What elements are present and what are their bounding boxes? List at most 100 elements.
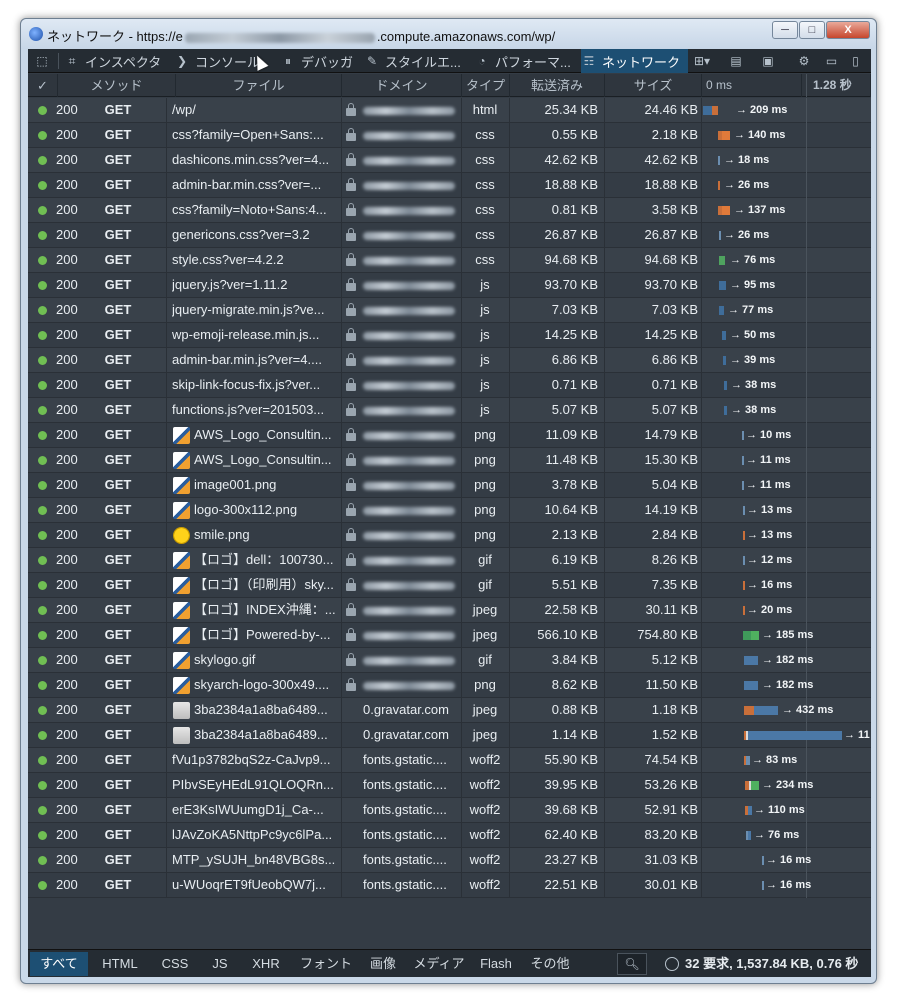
request-row[interactable]: 200 GET 【ロゴ】Powered-by-... jpeg 566.10 KB 754… — [28, 623, 871, 648]
request-transferred: 6.19 KB — [551, 552, 598, 567]
status-code: 200 — [56, 277, 78, 292]
waterfall-start: 0 ms — [702, 74, 802, 97]
dock-side-button[interactable]: ▯ — [848, 49, 868, 73]
maximize-button[interactable]: □ — [799, 21, 825, 39]
request-row[interactable]: 200 GET skylogo.gif gif 3.84 KB 5.12 KB → 182 … — [28, 648, 871, 673]
request-row[interactable]: 200 GET admin-bar.min.css?ver=... css 18.88 … — [28, 173, 871, 198]
redacted-domain — [363, 632, 455, 640]
request-row[interactable]: 200 GET lJAvZoKA5NttpPc9yc6lPa... fonts.gst… — [28, 823, 871, 848]
timing-bar — [744, 656, 758, 665]
request-row[interactable]: 200 GET AWS_Logo_Consultin... png 11.48 KB 15… — [28, 448, 871, 473]
responsive-mode-button[interactable]: ▣ — [760, 49, 782, 73]
request-row[interactable]: 200 GET dashicons.min.css?ver=4... css 42.62… — [28, 148, 871, 173]
request-transferred: 11.48 KB — [545, 452, 598, 467]
timing-bar — [703, 106, 712, 115]
column-file[interactable]: ファイル — [176, 74, 342, 97]
request-domain: fonts.gstatic.... — [363, 802, 447, 817]
waterfall-timing: → 209 ms — [702, 98, 871, 123]
split-console-button[interactable]: ▤ — [728, 49, 750, 73]
request-row[interactable]: 200 GET AWS_Logo_Consultin... png 11.09 KB 14… — [28, 423, 871, 448]
tab-debugger[interactable]: ⏸ デバッガ — [280, 49, 362, 73]
request-row[interactable]: 200 GET css?family=Open+Sans:... css 0.55 KB… — [28, 123, 871, 148]
search-input[interactable]: 🔍︎ — [617, 953, 647, 975]
request-row[interactable]: 200 GET image001.png png 3.78 KB 5.04 KB → 11 … — [28, 473, 871, 498]
tab-inspector[interactable]: ⌗ インスペクタ — [64, 49, 164, 73]
column-transferred[interactable]: 転送済み — [510, 74, 605, 97]
status-ok-icon — [38, 406, 47, 415]
column-domain[interactable]: ドメイン — [342, 74, 462, 97]
tab-performance[interactable]: ◔ パフォーマ... — [474, 49, 580, 73]
request-row[interactable]: 200 GET 【ロゴ】INDEX沖縄：... jpeg 22.58 KB 30.11 K… — [28, 598, 871, 623]
status-code: 200 — [56, 827, 78, 842]
request-row[interactable]: 200 GET genericons.css?ver=3.2 css 26.87 KB 2… — [28, 223, 871, 248]
request-row[interactable]: 200 GET jquery-migrate.min.js?ve... js 7.03 … — [28, 298, 871, 323]
request-file: AWS_Logo_Consultin... — [194, 452, 332, 467]
request-row[interactable]: 200 GET/wp/html 25.34 KB 24.46 KB → 209 ms — [28, 98, 871, 123]
close-button[interactable]: X — [826, 21, 870, 39]
settings-button[interactable]: ⚙ — [796, 49, 818, 73]
request-file: fVu1p3782bqS2z-CaJvp9... — [172, 752, 331, 767]
column-status[interactable]: ✓ — [28, 74, 58, 97]
request-row[interactable]: 200 GET logo-300x112.png png 10.64 KB 14.19 K… — [28, 498, 871, 523]
filter-media[interactable]: メディア — [408, 952, 470, 976]
request-row[interactable]: 200 GET admin-bar.min.js?ver=4.... js 6.86 K… — [28, 348, 871, 373]
request-row[interactable]: 200 GET jquery.js?ver=1.11.2 js 93.70 KB 93.7… — [28, 273, 871, 298]
request-file: skip-link-focus-fix.js?ver... — [172, 377, 321, 392]
waterfall-timing: → 16 ms — [702, 873, 871, 898]
request-row[interactable]: 200 GET smile.png png 2.13 KB 2.84 KB → 13 ms — [28, 523, 871, 548]
request-row[interactable]: 200 GET u-WUoqrET9fUeobQW7j... fonts.gstati… — [28, 873, 871, 898]
timing-label: → 234 ms — [762, 779, 814, 791]
request-file: /wp/ — [172, 102, 196, 117]
request-row[interactable]: 200 GET functions.js?ver=201503... js 5.07 K… — [28, 398, 871, 423]
request-row[interactable]: 200 GET erE3KsIWUumgD1j_Ca-... fonts.gstati… — [28, 798, 871, 823]
request-row[interactable]: 200 GET skyarch-logo-300x49.... png 8.62 KB 1… — [28, 673, 871, 698]
image-thumbnail — [173, 502, 190, 519]
minimize-button[interactable]: ─ — [772, 21, 798, 39]
request-row[interactable]: 200 GET css?family=Noto+Sans:4... css 0.81 K… — [28, 198, 871, 223]
request-row[interactable]: 200 GET wp-emoji-release.min.js... js 14.25 … — [28, 323, 871, 348]
request-method: GET — [104, 102, 132, 117]
tab-style-editor[interactable]: ✎ スタイルエ... — [364, 49, 470, 73]
request-transferred: 0.71 KB — [551, 377, 598, 392]
timing-bar — [754, 706, 778, 715]
filter-xhr[interactable]: XHR — [242, 952, 290, 976]
request-type: js — [480, 352, 490, 367]
redacted-domain — [363, 557, 455, 565]
column-type[interactable]: タイプ — [462, 74, 510, 97]
element-picker-button[interactable]: ⬚ — [34, 49, 56, 73]
request-file: dashicons.min.css?ver=4... — [172, 152, 330, 167]
column-method[interactable]: メソッド — [58, 74, 176, 97]
request-row[interactable]: 200 GET 3ba2384a1a8ba6489... 0.gravatar.com… — [28, 698, 871, 723]
waterfall-end: 1.28 秒 — [806, 74, 871, 97]
debugger-icon: ⏸ — [284, 53, 291, 68]
filter-images[interactable]: 画像 — [362, 952, 404, 976]
filter-other[interactable]: その他 — [522, 952, 578, 976]
request-row[interactable]: 200 GET 3ba2384a1a8ba6489... 0.gravatar.com… — [28, 723, 871, 748]
more-tools-dropdown[interactable]: ⊞▾ — [694, 49, 720, 73]
filter-js[interactable]: JS — [202, 952, 238, 976]
request-row[interactable]: 200 GET fVu1p3782bqS2z-CaJvp9... fonts.gsta… — [28, 748, 871, 773]
filter-all[interactable]: すべて — [30, 952, 88, 976]
request-row[interactable]: 200 GET style.css?ver=4.2.2 css 94.68 KB 94.6… — [28, 248, 871, 273]
filter-flash[interactable]: Flash — [474, 952, 518, 976]
waterfall-timing: → 234 ms — [702, 773, 871, 798]
dock-bottom-button[interactable]: ▭ — [824, 49, 844, 73]
cursor-icon: ⬚ — [36, 54, 48, 68]
image-thumbnail — [173, 477, 190, 494]
request-row[interactable]: 200 GET 【ロゴ】dell：100730... gif 6.19 KB 8.26 K… — [28, 548, 871, 573]
request-row[interactable]: 200 GET PIbvSEyHEdL91QLOQRn... fonts.gstati… — [28, 773, 871, 798]
filter-html[interactable]: HTML — [92, 952, 148, 976]
waterfall-timing: → 26 ms — [702, 223, 871, 248]
request-row[interactable]: 200 GET 【ロゴ】（印刷用）sky... gif 5.51 KB 7.35 KB → … — [28, 573, 871, 598]
request-row[interactable]: 200 GET skip-link-focus-fix.js?ver... js 0.7… — [28, 373, 871, 398]
request-method: GET — [104, 252, 132, 267]
filter-css[interactable]: CSS — [152, 952, 198, 976]
tab-network[interactable]: ☶ ネットワーク — [581, 49, 688, 73]
request-file: 【ロゴ】Powered-by-... — [194, 627, 331, 642]
image-thumbnail — [173, 577, 190, 594]
timing-bar — [722, 206, 730, 215]
filter-bar: すべて HTML CSS JS XHR フォント 画像 メディア Flash そ… — [28, 949, 871, 977]
request-row[interactable]: 200 GET MTP_ySUJH_bn48VBG8s... fonts.gstati… — [28, 848, 871, 873]
column-size[interactable]: サイズ — [605, 74, 702, 97]
filter-fonts[interactable]: フォント — [294, 952, 358, 976]
